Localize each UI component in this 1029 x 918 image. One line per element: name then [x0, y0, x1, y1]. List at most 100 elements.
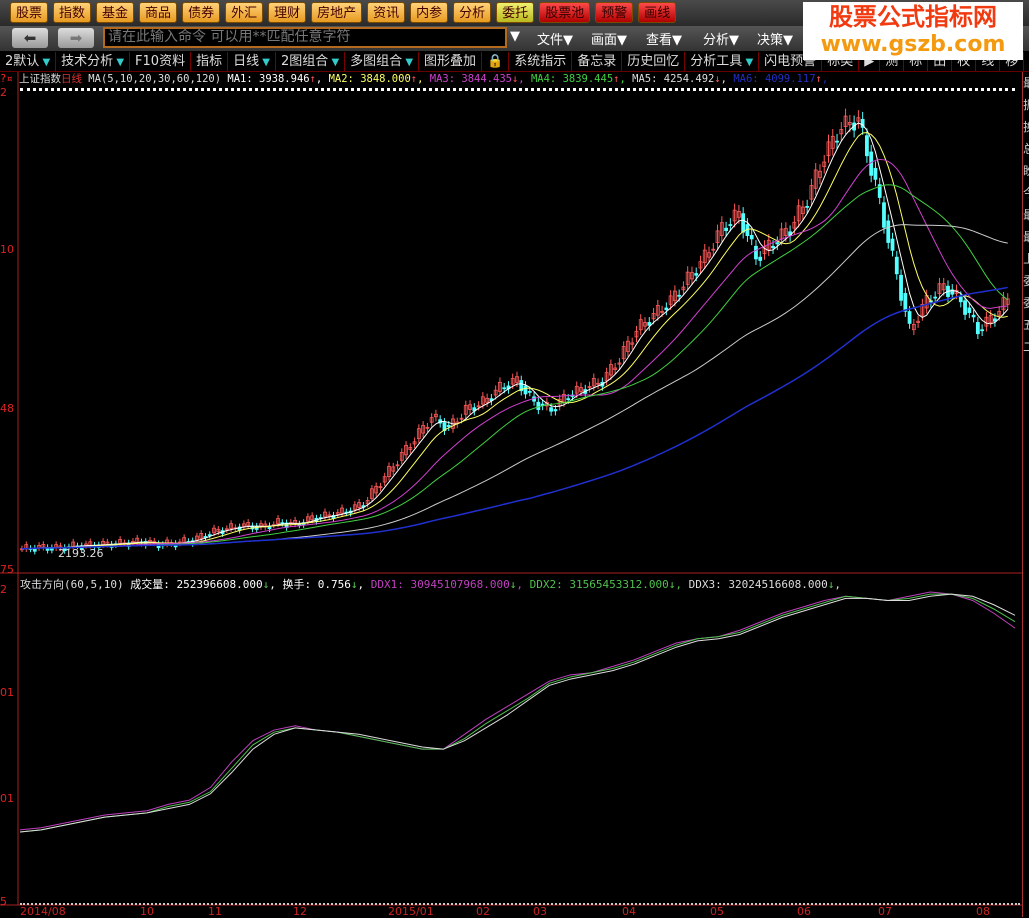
side-label: 上: [1023, 248, 1029, 270]
candle-body: [835, 140, 839, 143]
indicator-axis-label: 01: [0, 686, 14, 699]
ma30-line: [21, 184, 1009, 550]
candle-body: [771, 245, 775, 249]
side-label: 最: [1023, 72, 1029, 94]
side-label: 最: [1023, 226, 1029, 248]
side-label: 总: [1023, 138, 1029, 160]
indicator-value: DDX2: 31565453312.000↓,: [529, 578, 683, 591]
candle-body: [967, 307, 972, 313]
indicator-number: 30945107968.000: [410, 578, 510, 591]
ma60-line: [21, 224, 1008, 550]
candle-body: [664, 307, 669, 311]
indicator-label: 成交量: [130, 578, 164, 591]
date-label: 05: [710, 905, 724, 918]
candle-body: [958, 296, 963, 303]
candle-body: [890, 238, 895, 251]
candle-body: [980, 329, 985, 332]
candle-body: [549, 407, 554, 412]
candle-body: [963, 300, 967, 315]
date-label: 08: [976, 905, 990, 918]
candle-body: [207, 534, 212, 537]
candle-body: [903, 293, 908, 312]
candle-body: [446, 425, 451, 427]
price-axis-label: 10: [0, 243, 14, 256]
side-label: 换: [1023, 116, 1029, 138]
indicator-value: 成交量: 252396608.000↓,: [130, 578, 276, 591]
candle-body: [677, 294, 682, 297]
arrow-icon: ↓: [262, 578, 270, 591]
date-axis: 2014/08 10 11 12 2015/01 02 03 04 05 06 07 08: [0, 906, 1029, 917]
side-label: 今: [1023, 182, 1029, 204]
indicator-number: 0.756: [317, 578, 351, 591]
date-label: 10: [140, 905, 154, 918]
date-label: 2015/01: [388, 905, 434, 918]
price-axis-label: 75: [0, 563, 14, 576]
candle-body: [536, 401, 541, 411]
side-label: 委: [1023, 292, 1029, 314]
price-axis-label: 2: [0, 86, 7, 99]
date-label: 2014/08: [20, 905, 66, 918]
candle-body: [749, 235, 754, 240]
candle-body: [886, 220, 891, 243]
arrow-icon: ↓: [668, 578, 676, 591]
candle-body: [882, 202, 886, 228]
candle-body: [728, 224, 733, 226]
watermark-url: www.gszb.com: [820, 32, 1006, 57]
watermark-logo: 股票公式指标网 www.gszb.com: [803, 2, 1023, 60]
candle-body: [741, 213, 746, 233]
ddx3-line: [19, 593, 1016, 833]
candle-body: [971, 314, 976, 318]
indicator-number: 32024516608.000: [728, 578, 828, 591]
candle-body: [873, 167, 878, 180]
candle-body: [694, 273, 699, 276]
candle-body: [975, 322, 980, 335]
indicator-value: 换手: 0.756↓,: [282, 578, 365, 591]
side-label: 二: [1023, 336, 1029, 358]
candle-body: [502, 387, 507, 390]
candle-body: [553, 409, 558, 412]
price-axis-label: 48: [0, 402, 14, 415]
date-label: 03: [533, 905, 547, 918]
indicator-info-line: 攻击方向(60,5,10) 成交量: 252396608.000↓, 换手: 0…: [20, 576, 841, 592]
side-label: 五: [1023, 314, 1029, 336]
indicator-number: 252396608.000: [176, 578, 263, 591]
date-label: 12: [293, 905, 307, 918]
candle-body: [865, 135, 869, 157]
date-label: 02: [476, 905, 490, 918]
candle-body: [647, 322, 652, 326]
candle-body: [899, 274, 903, 301]
side-label: 振: [1023, 94, 1029, 116]
indicator-number: 31565453312.000: [569, 578, 669, 591]
indicator-axis-label: 01: [0, 792, 14, 805]
indicator-axis-label: 2: [0, 583, 7, 596]
indicator-label: 换手: [282, 578, 305, 591]
candle-body: [758, 256, 763, 261]
chart-canvas: 2193.26: [0, 72, 1022, 906]
date-label: 11: [208, 905, 222, 918]
watermark-title: 股票公式指标网: [829, 3, 997, 31]
side-label: 委: [1023, 270, 1029, 292]
ddx2-line: [19, 593, 1016, 833]
candle-body: [775, 242, 780, 245]
side-label: 盼: [1023, 160, 1029, 182]
indicator-value: DDX1: 30945107968.000↓,: [370, 578, 524, 591]
candle-body: [805, 206, 810, 208]
candle-body: [724, 227, 728, 231]
date-label: 07: [878, 905, 892, 918]
indicator-label: DDX1: [370, 578, 398, 591]
candle-body: [894, 256, 899, 275]
indicator-title: 攻击方向(60,5,10): [20, 578, 124, 591]
candle-body: [754, 245, 758, 260]
low-point-label: 2193.26: [58, 547, 104, 560]
side-panel: 最振换总盼今最最上委委五二: [1022, 72, 1029, 917]
indicator-label: DDX2: [529, 578, 557, 591]
candle-body: [566, 398, 571, 401]
candle-body: [523, 385, 528, 395]
side-label: 最: [1023, 204, 1029, 226]
candle-body: [933, 296, 938, 299]
arrow-icon: ↓: [509, 578, 517, 591]
ma20-line: [21, 158, 1008, 550]
arrow-icon: ↓: [827, 578, 835, 591]
arrow-icon: ↓: [350, 578, 358, 591]
date-label: 06: [797, 905, 811, 918]
